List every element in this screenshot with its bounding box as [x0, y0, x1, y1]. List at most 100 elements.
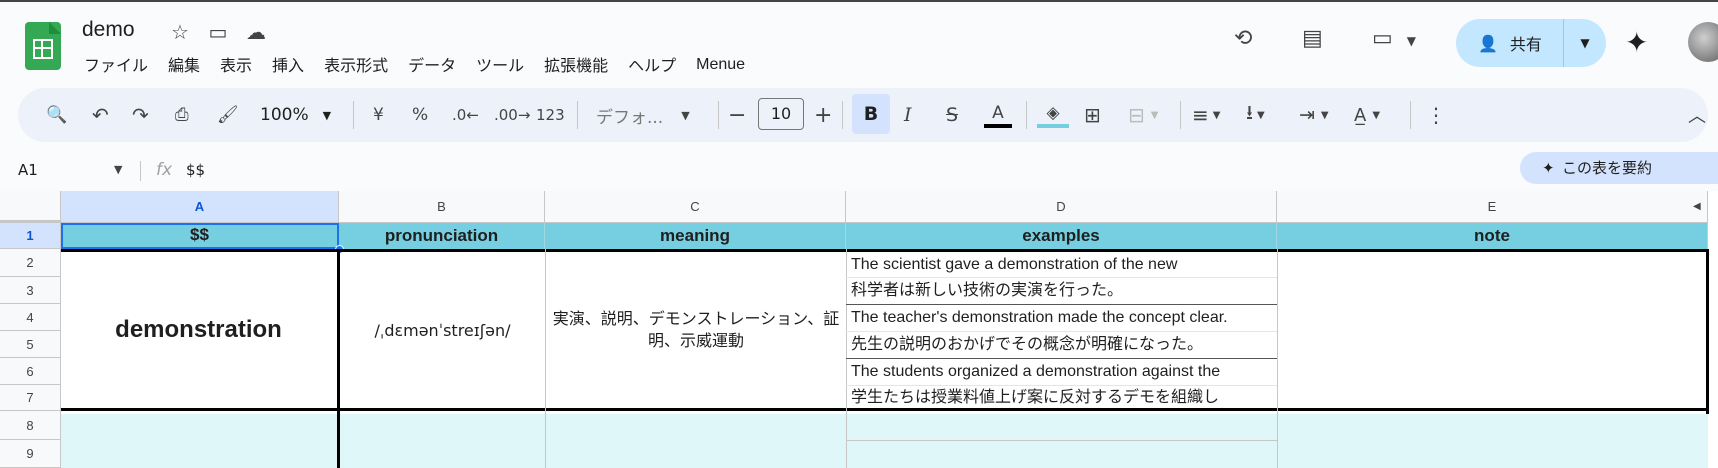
share-dropdown-icon[interactable]: ▼ [1564, 36, 1606, 50]
search-menus-icon[interactable]: 🔍 [46, 88, 67, 142]
share-label: 共有 [1509, 35, 1542, 54]
print-icon[interactable]: ⎙ [175, 88, 189, 142]
paint-format-icon[interactable]: 🖌 [217, 88, 239, 142]
chevron-down-icon: ▼ [681, 108, 690, 122]
cell-a2-word[interactable]: demonstration [61, 252, 336, 408]
document-title[interactable]: demo [82, 18, 135, 42]
row-header-4[interactable]: 4 [0, 304, 61, 331]
share-button[interactable]: 👤 共有 ▼ [1456, 19, 1606, 67]
row-header-3[interactable]: 3 [0, 277, 61, 304]
comment-icon[interactable]: ▤ [1302, 26, 1323, 51]
spreadsheet-grid[interactable]: A B C D E ◀ 1 2 3 4 5 6 7 8 9 $$ pronunc… [0, 191, 1718, 468]
formula-input[interactable]: $$ [186, 154, 205, 186]
name-box[interactable]: A1 [18, 154, 38, 186]
cell-c1[interactable]: meaning [545, 223, 846, 249]
menu-extensions[interactable]: 拡張機能 [544, 52, 608, 76]
column-header-e[interactable]: E [1277, 191, 1708, 223]
menu-insert[interactable]: 挿入 [272, 52, 304, 76]
increase-decimal-button[interactable]: .00 → [494, 88, 530, 142]
font-size-decrease-button[interactable]: − [728, 88, 746, 142]
strikethrough-icon[interactable]: S [946, 88, 958, 142]
menu-bar: ファイル 編集 表示 挿入 表示形式 データ ツール 拡張機能 ヘルプ Menu… [84, 52, 765, 76]
chevron-down-icon[interactable]: ▼ [114, 154, 122, 186]
example-ja-1[interactable]: 科学者は新しい技術の実演を行った。 [849, 278, 1277, 304]
text-color-icon: A [992, 102, 1004, 123]
cell-b1[interactable]: pronunciation [339, 223, 545, 249]
horizontal-align-icon[interactable]: ≡ ▼ [1192, 88, 1220, 142]
row-header-7[interactable]: 7 [0, 385, 61, 411]
borders-icon[interactable]: ⊞ [1084, 88, 1101, 142]
formula-bar: A1 ▼ fx $$ [0, 154, 1718, 186]
font-size-input[interactable]: 10 [758, 98, 804, 130]
row-header-5[interactable]: 5 [0, 331, 61, 358]
select-all-corner[interactable] [0, 191, 61, 223]
scroll-columns-icon[interactable]: ◀ [1693, 191, 1701, 223]
text-color-button[interactable]: A [984, 88, 1012, 142]
example-en-2[interactable]: The teacher's demonstration made the con… [849, 305, 1277, 331]
font-select[interactable]: デフォ... ▼ [596, 88, 690, 142]
font-name: デフォ... [596, 107, 664, 128]
row-header-6[interactable]: 6 [0, 358, 61, 385]
menu-help[interactable]: ヘルプ [628, 52, 676, 76]
menu-custom[interactable]: Menue [696, 56, 745, 76]
move-folder-icon[interactable]: ▭ [206, 20, 230, 44]
example-ja-2[interactable]: 先生の説明のおかげでその概念が明確になった。 [849, 332, 1277, 358]
column-header-a[interactable]: A [61, 191, 339, 223]
collapse-toolbar-icon[interactable]: ︿ [1688, 88, 1706, 142]
number-format-button[interactable]: 123 [536, 88, 565, 142]
paint-bucket-icon: ◈ [1046, 102, 1060, 123]
row-header-2[interactable]: 2 [0, 249, 61, 277]
zoom-select[interactable]: 100% ▼ [260, 88, 331, 142]
fill-color-button[interactable]: ◈ [1037, 88, 1069, 142]
text-wrap-icon[interactable]: ⇥ ▼ [1299, 88, 1329, 142]
chevron-down-icon[interactable]: ▼ [1407, 34, 1416, 48]
cell-d1[interactable]: examples [846, 223, 1277, 249]
menu-view[interactable]: 表示 [220, 52, 252, 76]
cloud-status-icon[interactable]: ☁ [244, 20, 268, 44]
row-header-9[interactable]: 9 [0, 440, 61, 468]
vertical-align-icon[interactable]: ⭳ ▼ [1246, 88, 1265, 142]
chevron-down-icon: ▼ [1150, 109, 1159, 121]
redo-icon[interactable]: ↷ [132, 88, 149, 142]
fx-icon: fx [156, 160, 173, 180]
italic-button[interactable]: I [904, 88, 912, 142]
currency-button[interactable]: ¥ [373, 88, 384, 142]
example-ja-3[interactable]: 学生たちは授業料値上げ案に反対するデモを組織し [849, 386, 1277, 409]
more-vert-icon[interactable]: ⋮ [1426, 88, 1446, 142]
menu-data[interactable]: データ [408, 52, 456, 76]
row-header-8[interactable]: 8 [0, 411, 61, 440]
column-header-b[interactable]: B [339, 191, 545, 223]
font-size-increase-button[interactable]: + [814, 88, 832, 142]
menu-tools[interactable]: ツール [476, 52, 524, 76]
cell-b2-pronunciation[interactable]: /ˌdɛmənˈstreɪʃən/ [340, 252, 545, 408]
decrease-decimal-button[interactable]: .0 ← [452, 88, 479, 142]
zoom-value: 100% [260, 105, 309, 125]
bold-button[interactable]: B [852, 94, 890, 134]
person-add-icon: 👤 [1478, 33, 1498, 53]
empty-rows-fill[interactable] [61, 414, 1708, 468]
avatar[interactable] [1688, 22, 1718, 62]
column-header-c[interactable]: C [545, 191, 846, 223]
decrease-decimal-label: .0 [452, 106, 467, 124]
row-header-1[interactable]: 1 [0, 223, 61, 249]
menu-file[interactable]: ファイル [84, 52, 148, 76]
menu-edit[interactable]: 編集 [168, 52, 200, 76]
column-header-d[interactable]: D [846, 191, 1277, 223]
chevron-down-icon: ▼ [1372, 109, 1381, 121]
undo-icon[interactable]: ↶ [92, 88, 109, 142]
sheets-logo[interactable] [25, 22, 61, 70]
summarize-table-button[interactable]: ✦ この表を要約 [1520, 152, 1718, 184]
star-icon[interactable]: ☆ [168, 20, 192, 44]
merge-cells-icon[interactable]: ⊟ ▼ [1128, 88, 1158, 142]
example-en-1[interactable]: The scientist gave a demonstration of th… [849, 253, 1277, 277]
percent-button[interactable]: % [412, 88, 428, 142]
arrow-left-icon: ← [466, 106, 479, 124]
text-rotation-icon[interactable]: A̲ ▼ [1354, 88, 1380, 142]
cell-c2-meaning[interactable]: 実演、説明、デモンストレーション、証明、示威運動 [551, 252, 841, 408]
example-en-3[interactable]: The students organized a demonstration a… [849, 359, 1277, 385]
gemini-icon[interactable]: ✦ [1625, 26, 1648, 59]
meet-icon[interactable]: ▭ ▼ [1372, 26, 1416, 51]
history-icon[interactable]: ⟲ [1234, 26, 1252, 51]
cell-e1[interactable]: note [1277, 223, 1708, 249]
menu-format[interactable]: 表示形式 [324, 52, 388, 76]
